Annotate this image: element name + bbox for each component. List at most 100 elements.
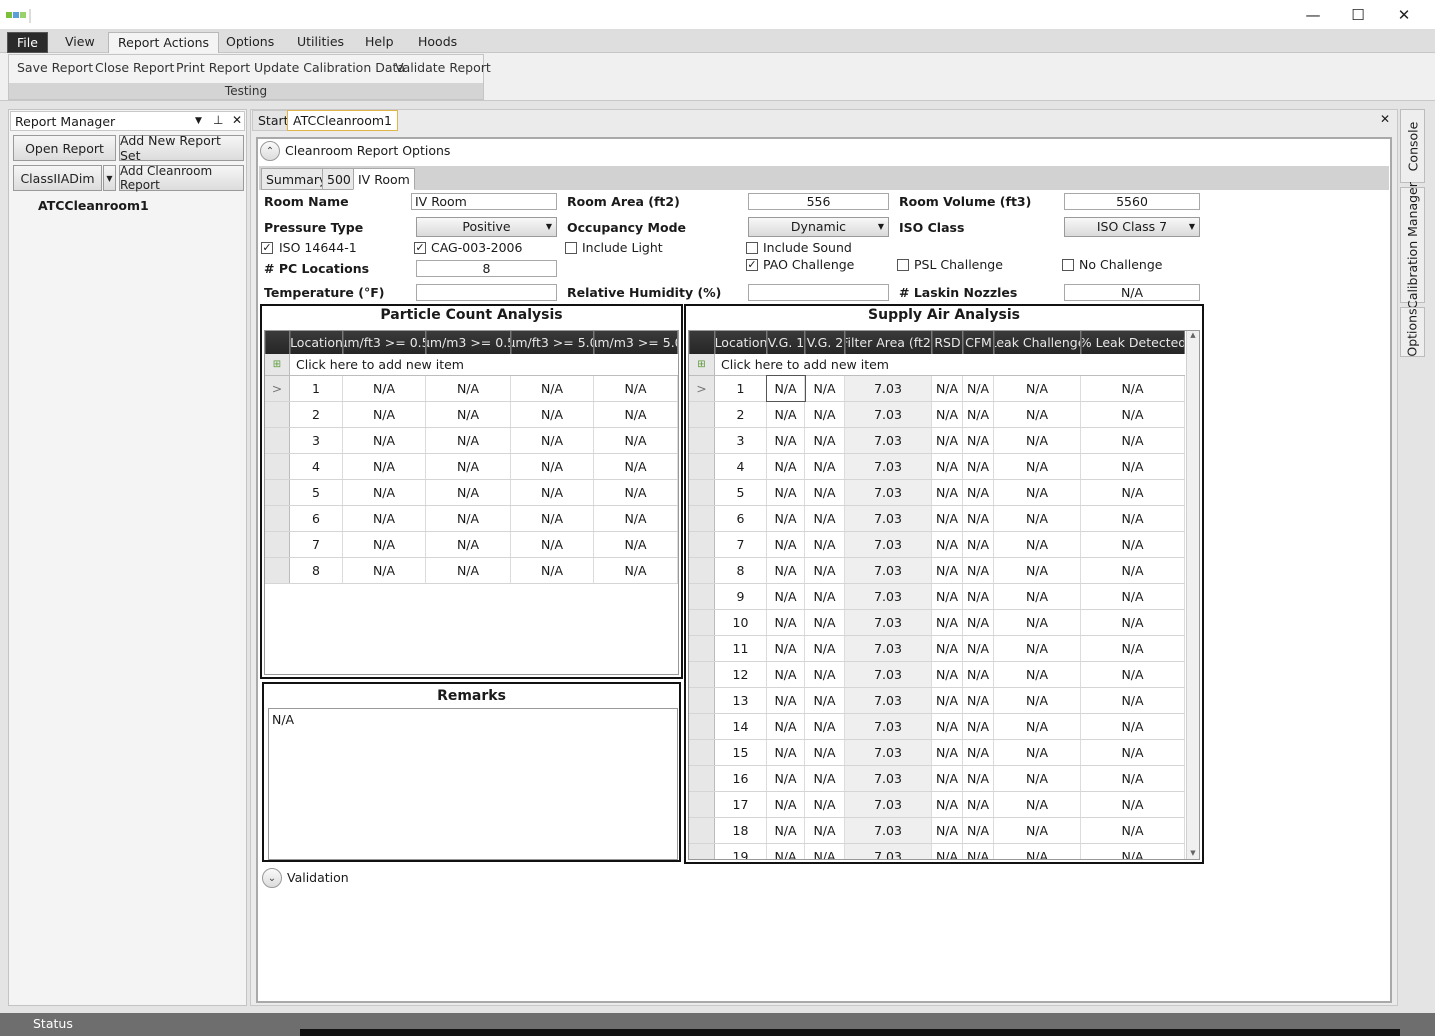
table-cell[interactable]: N/A bbox=[805, 454, 845, 479]
table-cell[interactable]: N/A bbox=[767, 558, 805, 583]
table-cell[interactable]: N/A bbox=[426, 376, 511, 401]
column-header[interactable]: Leak Challenge bbox=[994, 331, 1081, 354]
table-cell[interactable]: 16 bbox=[715, 766, 767, 791]
table-cell[interactable]: N/A bbox=[1081, 584, 1185, 609]
table-cell[interactable]: N/A bbox=[994, 688, 1081, 713]
table-cell[interactable]: N/A bbox=[343, 428, 426, 453]
menu-view[interactable]: View bbox=[56, 32, 104, 53]
table-cell[interactable]: N/A bbox=[767, 610, 805, 635]
table-cell[interactable]: N/A bbox=[594, 376, 678, 401]
include-light-checkbox[interactable] bbox=[565, 242, 577, 254]
table-cell[interactable]: 1 bbox=[715, 376, 767, 401]
row-header[interactable] bbox=[689, 558, 715, 583]
humidity-field[interactable] bbox=[748, 284, 889, 301]
table-cell[interactable]: N/A bbox=[805, 402, 845, 427]
table-cell[interactable]: N/A bbox=[767, 428, 805, 453]
open-report-button[interactable]: Open Report bbox=[13, 135, 116, 161]
table-cell[interactable]: N/A bbox=[1081, 844, 1185, 859]
close-panel-icon[interactable]: ✕ bbox=[232, 113, 242, 127]
table-cell[interactable]: N/A bbox=[1081, 376, 1185, 401]
table-cell[interactable]: 5 bbox=[290, 480, 343, 505]
tab-atccleanroom1[interactable]: ATCCleanroom1 bbox=[287, 110, 398, 131]
vertical-scrollbar[interactable]: ▲ ▼ bbox=[1186, 331, 1199, 859]
menu-file[interactable]: File bbox=[7, 32, 48, 53]
table-cell[interactable]: N/A bbox=[767, 402, 805, 427]
tab-summary[interactable]: Summary bbox=[261, 168, 332, 190]
table-cell[interactable]: N/A bbox=[805, 532, 845, 557]
table-cell[interactable]: N/A bbox=[963, 506, 994, 531]
table-cell[interactable]: N/A bbox=[932, 506, 963, 531]
include-sound-checkbox[interactable] bbox=[746, 242, 758, 254]
row-header[interactable] bbox=[265, 428, 290, 453]
table-cell[interactable]: N/A bbox=[805, 376, 845, 401]
table-row[interactable]: 5 N/A N/A N/A N/A bbox=[265, 480, 678, 506]
table-cell[interactable]: N/A bbox=[511, 480, 594, 505]
column-header[interactable]: CFM bbox=[963, 331, 994, 354]
psl-challenge-checkbox[interactable] bbox=[897, 259, 909, 271]
table-cell[interactable]: 7.03 bbox=[845, 636, 932, 661]
table-row[interactable]: 13 N/A N/A 7.03 N/A N/A N/A N/A bbox=[689, 688, 1185, 714]
table-cell[interactable]: 7.03 bbox=[845, 402, 932, 427]
table-cell[interactable]: N/A bbox=[994, 766, 1081, 791]
table-row[interactable]: 14 N/A N/A 7.03 N/A N/A N/A N/A bbox=[689, 714, 1185, 740]
table-cell[interactable]: N/A bbox=[594, 428, 678, 453]
table-cell[interactable]: N/A bbox=[594, 402, 678, 427]
table-cell[interactable]: N/A bbox=[343, 454, 426, 479]
table-cell[interactable]: N/A bbox=[994, 584, 1081, 609]
table-cell[interactable]: 18 bbox=[715, 818, 767, 843]
row-header[interactable] bbox=[689, 428, 715, 453]
row-header[interactable]: > bbox=[265, 376, 290, 401]
table-cell[interactable]: N/A bbox=[767, 844, 805, 859]
column-header[interactable]: % Leak Detected bbox=[1081, 331, 1185, 354]
column-header[interactable]: RSD bbox=[932, 331, 963, 354]
table-cell[interactable]: N/A bbox=[963, 454, 994, 479]
table-cell[interactable]: N/A bbox=[767, 584, 805, 609]
occupancy-mode-select[interactable]: Dynamic ▼ bbox=[748, 217, 889, 237]
table-cell[interactable]: N/A bbox=[932, 454, 963, 479]
table-cell[interactable]: N/A bbox=[805, 714, 845, 739]
table-cell[interactable]: 7 bbox=[715, 532, 767, 557]
table-row[interactable]: 10 N/A N/A 7.03 N/A N/A N/A N/A bbox=[689, 610, 1185, 636]
row-header[interactable] bbox=[265, 480, 290, 505]
menu-options[interactable]: Options bbox=[217, 32, 283, 53]
table-row[interactable]: >1 N/A N/A 7.03 N/A N/A N/A N/A bbox=[689, 375, 1185, 402]
table-cell[interactable]: 7.03 bbox=[845, 584, 932, 609]
row-header[interactable]: > bbox=[689, 376, 715, 401]
table-cell[interactable]: 13 bbox=[715, 688, 767, 713]
table-cell[interactable]: N/A bbox=[994, 428, 1081, 453]
menu-help[interactable]: Help bbox=[356, 32, 403, 53]
table-cell[interactable]: N/A bbox=[963, 688, 994, 713]
table-cell[interactable]: N/A bbox=[932, 610, 963, 635]
table-cell[interactable]: N/A bbox=[963, 584, 994, 609]
table-cell[interactable]: N/A bbox=[1081, 506, 1185, 531]
column-header[interactable]: µm/ft3 >= 0.5 bbox=[343, 331, 426, 354]
remarks-textarea[interactable]: N/A bbox=[268, 708, 678, 860]
table-cell[interactable]: N/A bbox=[994, 844, 1081, 859]
table-cell[interactable]: N/A bbox=[805, 428, 845, 453]
row-header[interactable] bbox=[689, 506, 715, 531]
table-cell[interactable]: 7.03 bbox=[845, 740, 932, 765]
table-cell[interactable]: N/A bbox=[767, 688, 805, 713]
table-cell[interactable]: N/A bbox=[1081, 688, 1185, 713]
column-header[interactable]: Filter Area (ft2) bbox=[845, 331, 932, 354]
table-cell[interactable]: N/A bbox=[1081, 558, 1185, 583]
table-cell[interactable]: 7.03 bbox=[845, 610, 932, 635]
update-calibration-button[interactable]: Update Calibration Data bbox=[254, 60, 405, 78]
table-cell[interactable]: N/A bbox=[1081, 818, 1185, 843]
table-cell[interactable]: N/A bbox=[932, 818, 963, 843]
menu-utilities[interactable]: Utilities bbox=[288, 32, 353, 53]
table-cell[interactable]: N/A bbox=[426, 480, 511, 505]
table-cell[interactable]: N/A bbox=[511, 428, 594, 453]
table-cell[interactable]: N/A bbox=[994, 376, 1081, 401]
table-cell[interactable]: 9 bbox=[715, 584, 767, 609]
tab-500[interactable]: 500 bbox=[322, 168, 356, 190]
table-cell[interactable]: N/A bbox=[963, 480, 994, 505]
options-section-title[interactable]: Cleanroom Report Options bbox=[285, 143, 450, 158]
table-cell[interactable]: N/A bbox=[1081, 480, 1185, 505]
table-cell[interactable]: N/A bbox=[805, 506, 845, 531]
cag-checkbox[interactable]: ✓ bbox=[414, 242, 426, 254]
table-cell[interactable]: 8 bbox=[715, 558, 767, 583]
table-row[interactable]: 6 N/A N/A 7.03 N/A N/A N/A N/A bbox=[689, 506, 1185, 532]
tree-item-report[interactable]: ATCCleanroom1 bbox=[38, 198, 149, 213]
table-cell[interactable]: N/A bbox=[1081, 402, 1185, 427]
